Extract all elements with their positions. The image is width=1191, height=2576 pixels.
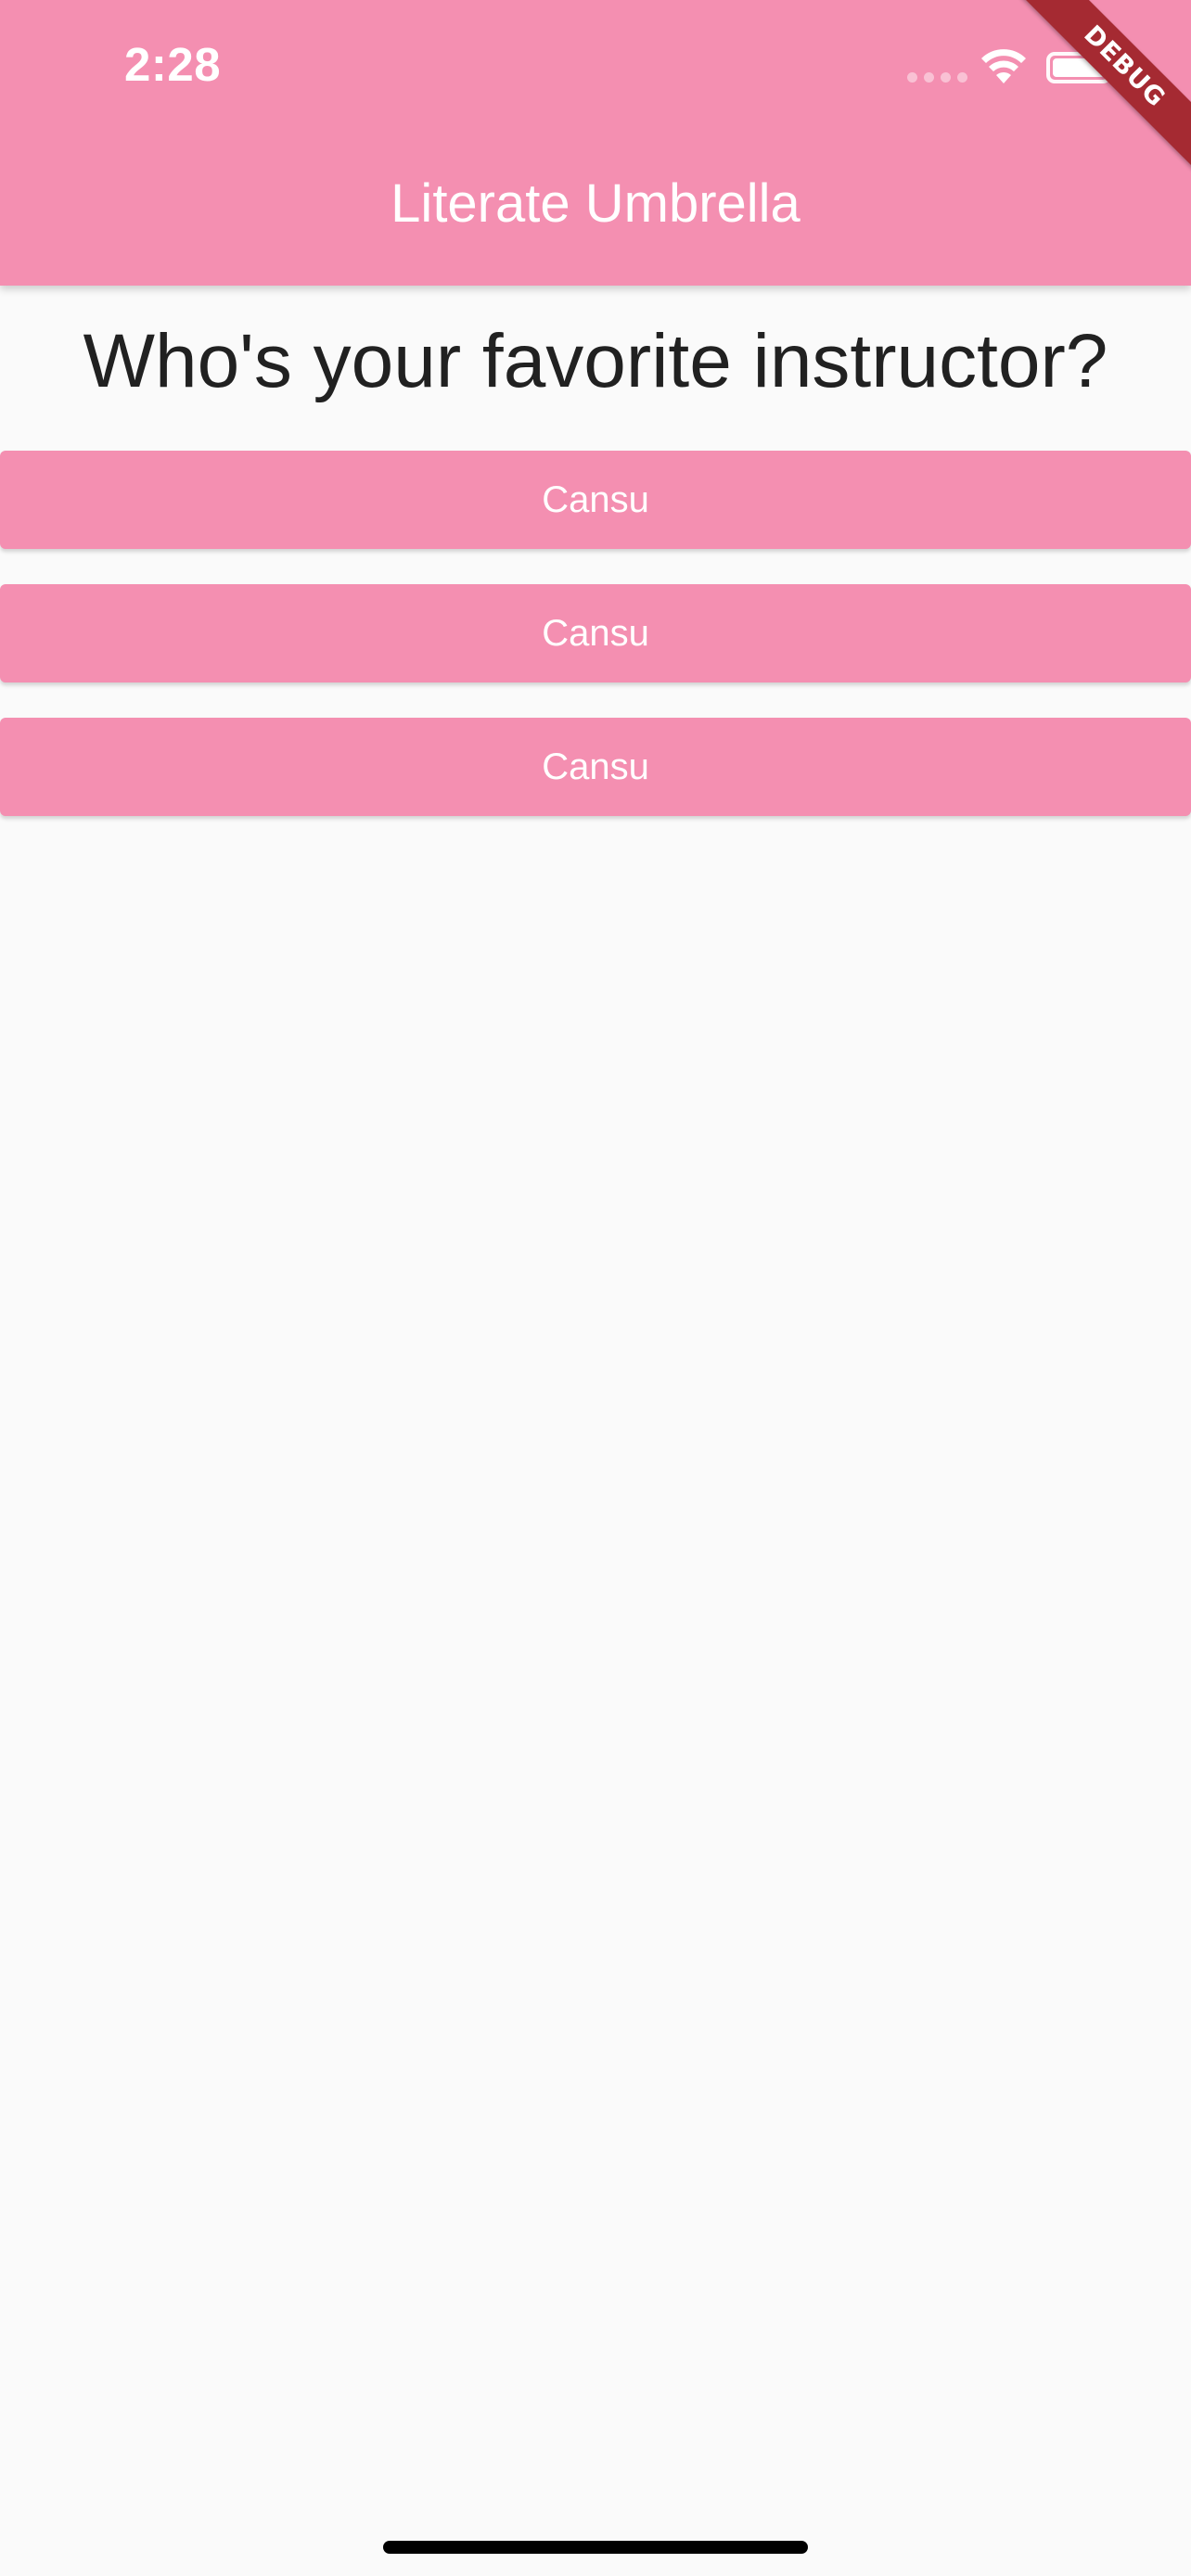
answer-list: Cansu Cansu Cansu	[0, 451, 1191, 851]
home-indicator	[383, 2541, 808, 2554]
answer-button[interactable]: Cansu	[0, 451, 1191, 549]
answer-button[interactable]: Cansu	[0, 718, 1191, 816]
cellular-signal-icon	[907, 72, 967, 83]
status-time: 2:28	[124, 38, 222, 91]
app-title: Literate Umbrella	[391, 173, 800, 234]
answer-button[interactable]: Cansu	[0, 584, 1191, 682]
wifi-icon	[981, 49, 1026, 83]
app-bar: 2:28 Literate Umbrella	[0, 0, 1191, 286]
question-text: Who's your favorite instructor?	[83, 319, 1108, 403]
